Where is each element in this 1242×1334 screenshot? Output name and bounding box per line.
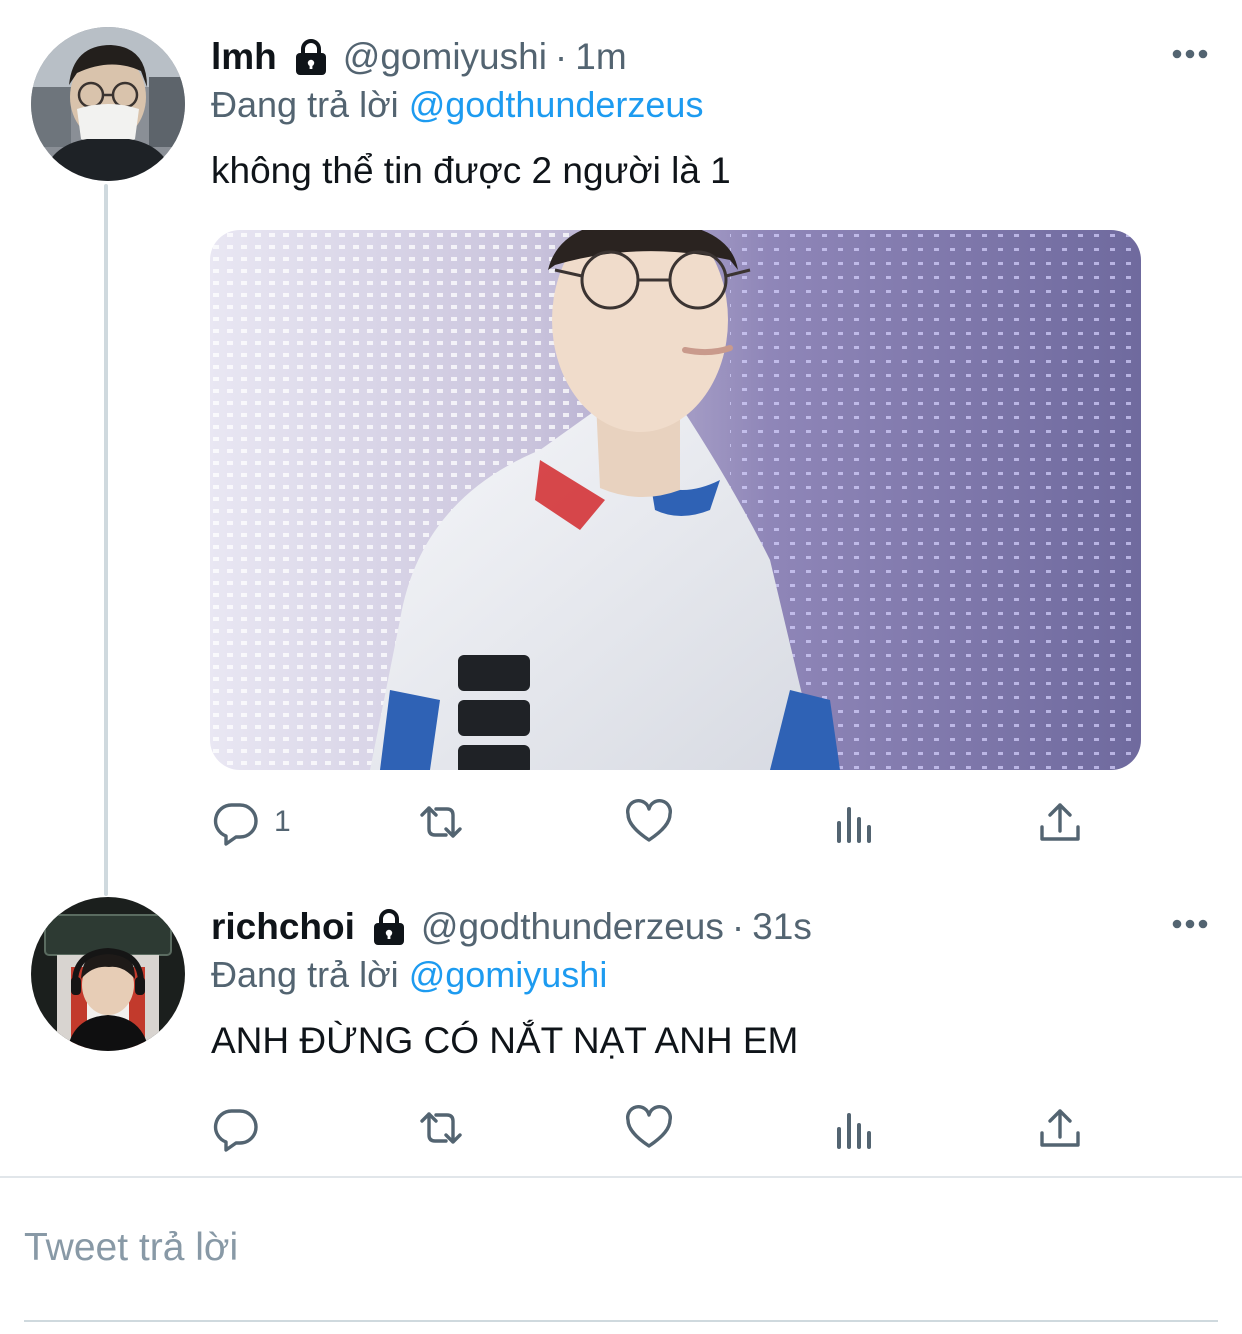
mention-link[interactable]: @godthunderzeus <box>409 84 704 125</box>
replying-to: Đang trả lời @godthunderzeus <box>211 84 703 130</box>
separator: · <box>731 906 745 947</box>
share-icon <box>1035 797 1085 847</box>
tweet-actions: 1 <box>0 792 1242 852</box>
more-icon[interactable] <box>1170 914 1210 934</box>
retweet-icon <box>416 1103 466 1153</box>
handle[interactable]: @godthunderzeus <box>421 906 724 948</box>
retweet-button[interactable] <box>416 792 466 852</box>
display-name[interactable]: richchoi <box>211 906 355 948</box>
reply-icon <box>212 1103 262 1153</box>
like-button[interactable] <box>624 1098 674 1158</box>
views-button[interactable] <box>830 1098 880 1158</box>
separator: · <box>554 36 568 77</box>
reply-composer <box>0 1178 1242 1334</box>
like-icon <box>624 1103 674 1153</box>
reply-input[interactable] <box>24 1218 1214 1278</box>
tweet-text: ANH ĐỪNG CÓ NẮT NẠT ANH EM <box>211 1020 799 1061</box>
reply-count: 1 <box>274 805 291 838</box>
tweet[interactable]: lmh @gomiyushi · 1m Đang trả lời @godthu… <box>0 0 1242 880</box>
retweet-icon <box>416 797 466 847</box>
composer-underline <box>24 1320 1218 1322</box>
lock-icon <box>371 907 407 947</box>
views-icon <box>830 1103 880 1153</box>
tweet-text: không thể tin được 2 người là 1 <box>211 150 731 191</box>
timestamp[interactable]: 31s <box>752 906 812 948</box>
views-button[interactable] <box>830 792 880 852</box>
media-photo[interactable] <box>210 230 1141 770</box>
like-button[interactable] <box>624 792 674 852</box>
share-button[interactable] <box>1035 1098 1085 1158</box>
replying-to: Đang trả lời @gomiyushi <box>211 954 607 1000</box>
display-name[interactable]: lmh <box>211 36 277 78</box>
reply-button[interactable] <box>212 1098 274 1158</box>
reply-button[interactable]: 1 <box>212 792 291 852</box>
tweet-actions <box>0 1098 1242 1158</box>
conversation-thread: lmh @gomiyushi · 1m Đang trả lời @godthu… <box>0 0 1242 1334</box>
replying-prefix: Đang trả lời <box>211 954 399 995</box>
reply-icon <box>212 797 262 847</box>
replying-prefix: Đang trả lời <box>211 84 399 125</box>
more-icon[interactable] <box>1170 44 1210 64</box>
avatar[interactable] <box>31 897 185 1051</box>
share-icon <box>1035 1103 1085 1153</box>
timestamp[interactable]: 1m <box>575 36 626 78</box>
views-icon <box>830 797 880 847</box>
avatar[interactable] <box>31 27 185 181</box>
handle[interactable]: @gomiyushi <box>343 36 547 78</box>
like-icon <box>624 797 674 847</box>
lock-icon <box>293 37 329 77</box>
tweet-header: richchoi @godthunderzeus · 31s <box>211 902 812 952</box>
tweet-header: lmh @gomiyushi · 1m <box>211 32 627 82</box>
share-button[interactable] <box>1035 792 1085 852</box>
mention-link[interactable]: @gomiyushi <box>409 954 608 995</box>
retweet-button[interactable] <box>416 1098 466 1158</box>
tweet[interactable]: richchoi @godthunderzeus · 31s Đang trả … <box>0 880 1242 1176</box>
